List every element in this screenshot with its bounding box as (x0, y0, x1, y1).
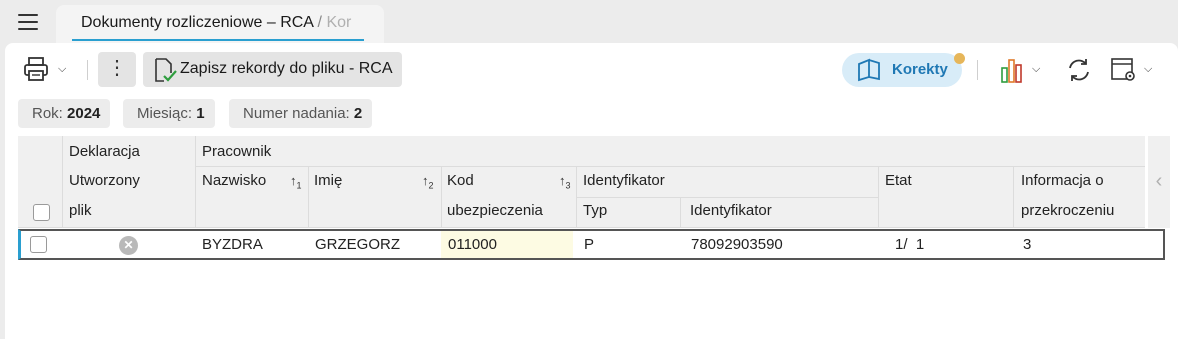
tab-subtitle: Kor (326, 14, 352, 31)
filter-rok[interactable]: Rok: 2024 (18, 99, 111, 128)
header-identyfikator[interactable]: Identyfikator (690, 202, 772, 219)
more-options-button[interactable]: ⋮ (98, 52, 136, 87)
cell-informacja: 3 (1023, 236, 1032, 253)
view-settings-chevron-icon[interactable]: ⌵ (1144, 63, 1152, 76)
cell-identyfikator: 78092903590 (691, 236, 783, 253)
cell-kod: 011000 (448, 236, 497, 253)
korekty-button[interactable]: Korekty (842, 53, 962, 87)
cell-nazwisko: BYZDRA (202, 236, 263, 253)
select-all-checkbox[interactable] (33, 204, 50, 221)
corrections-icon (858, 58, 880, 82)
header-plik[interactable]: plik (69, 202, 92, 219)
header-typ[interactable]: Typ (583, 202, 607, 219)
scroll-left-chevron-icon[interactable]: ‹ (1148, 136, 1170, 228)
top-bar: Dokumenty rozliczeniowe – RCA / Kor (0, 0, 1178, 44)
row-checkbox[interactable] (30, 236, 47, 253)
header-identyfikator-group: Identyfikator (583, 172, 665, 189)
filter-numer-nadania[interactable]: Numer nadania: 2 (229, 99, 373, 128)
sort-imie-icon[interactable]: ↑2 (422, 173, 434, 191)
charts-button[interactable] (999, 56, 1027, 84)
tab-title: Dokumenty rozliczeniowe – RCA (81, 14, 314, 31)
header-nazwisko[interactable]: Nazwisko (202, 172, 266, 189)
tab-active-indicator (72, 39, 364, 41)
sort-nazwisko-icon[interactable]: ↑1 (290, 173, 302, 191)
header-pracownik[interactable]: Pracownik (202, 143, 271, 160)
save-records-label: Zapisz rekordy do pliku - RCA (180, 60, 393, 77)
print-button[interactable] (22, 55, 50, 85)
file-check-icon (155, 58, 177, 82)
filter-miesiac-value: 1 (196, 105, 205, 122)
refresh-button[interactable] (1065, 56, 1093, 84)
toolbar-divider (977, 60, 978, 80)
table-row[interactable]: ✕ BYZDRA GRZEGORZ 011000 P 78092903590 1… (18, 229, 1165, 260)
filter-miesiac-label: Miesiąc: (137, 105, 193, 122)
tab-dokumenty-rca[interactable]: Dokumenty rozliczeniowe – RCA / Kor (56, 5, 384, 43)
header-informacja-o[interactable]: Informacja o (1021, 172, 1104, 189)
header-deklaracja[interactable]: Deklaracja (69, 143, 140, 160)
header-ubezpieczenia[interactable]: ubezpieczenia (447, 202, 543, 219)
print-dropdown-chevron-icon[interactable]: ⌵ (58, 63, 66, 76)
sort-kod-icon[interactable]: ↑3 (559, 173, 571, 191)
hamburger-menu-icon[interactable] (18, 14, 38, 30)
toolbar-divider (87, 60, 88, 80)
printer-icon (24, 57, 48, 81)
header-kod[interactable]: Kod (447, 172, 474, 189)
cell-imie: GRZEGORZ (315, 236, 400, 253)
header-utworzony[interactable]: Utworzony (69, 172, 140, 189)
tab-separator: / (317, 14, 322, 31)
filter-miesiac[interactable]: Miesiąc: 1 (123, 99, 215, 128)
korekty-notification-dot (954, 53, 965, 64)
header-przekroczeniu[interactable]: przekroczeniu (1021, 202, 1114, 219)
file-not-created-icon: ✕ (119, 236, 138, 255)
cell-etat: 1/ 1 (895, 236, 925, 253)
charts-dropdown-chevron-icon[interactable]: ⌵ (1032, 63, 1040, 76)
korekty-label: Korekty (892, 61, 948, 78)
refresh-icon (1069, 59, 1089, 81)
filter-rok-label: Rok: (32, 105, 63, 122)
cell-typ: P (584, 236, 595, 253)
header-etat[interactable]: Etat (885, 172, 912, 189)
save-records-rca-button[interactable]: Zapisz rekordy do pliku - RCA (143, 52, 402, 87)
main-panel: ⌵ ⋮ Zapisz rekordy do pliku - RCA Korekt… (5, 43, 1178, 339)
window-gear-icon (1111, 58, 1135, 81)
header-imie[interactable]: Imię (314, 172, 342, 189)
grid-header: Deklaracja Utworzony plik Pracownik Nazw… (18, 136, 1145, 228)
filter-numer-label: Numer nadania: (243, 105, 350, 122)
bar-chart-icon (1001, 59, 1022, 83)
view-settings-button[interactable] (1110, 56, 1138, 84)
filter-rok-value: 2024 (67, 105, 101, 122)
filter-numer-value: 2 (353, 105, 363, 122)
